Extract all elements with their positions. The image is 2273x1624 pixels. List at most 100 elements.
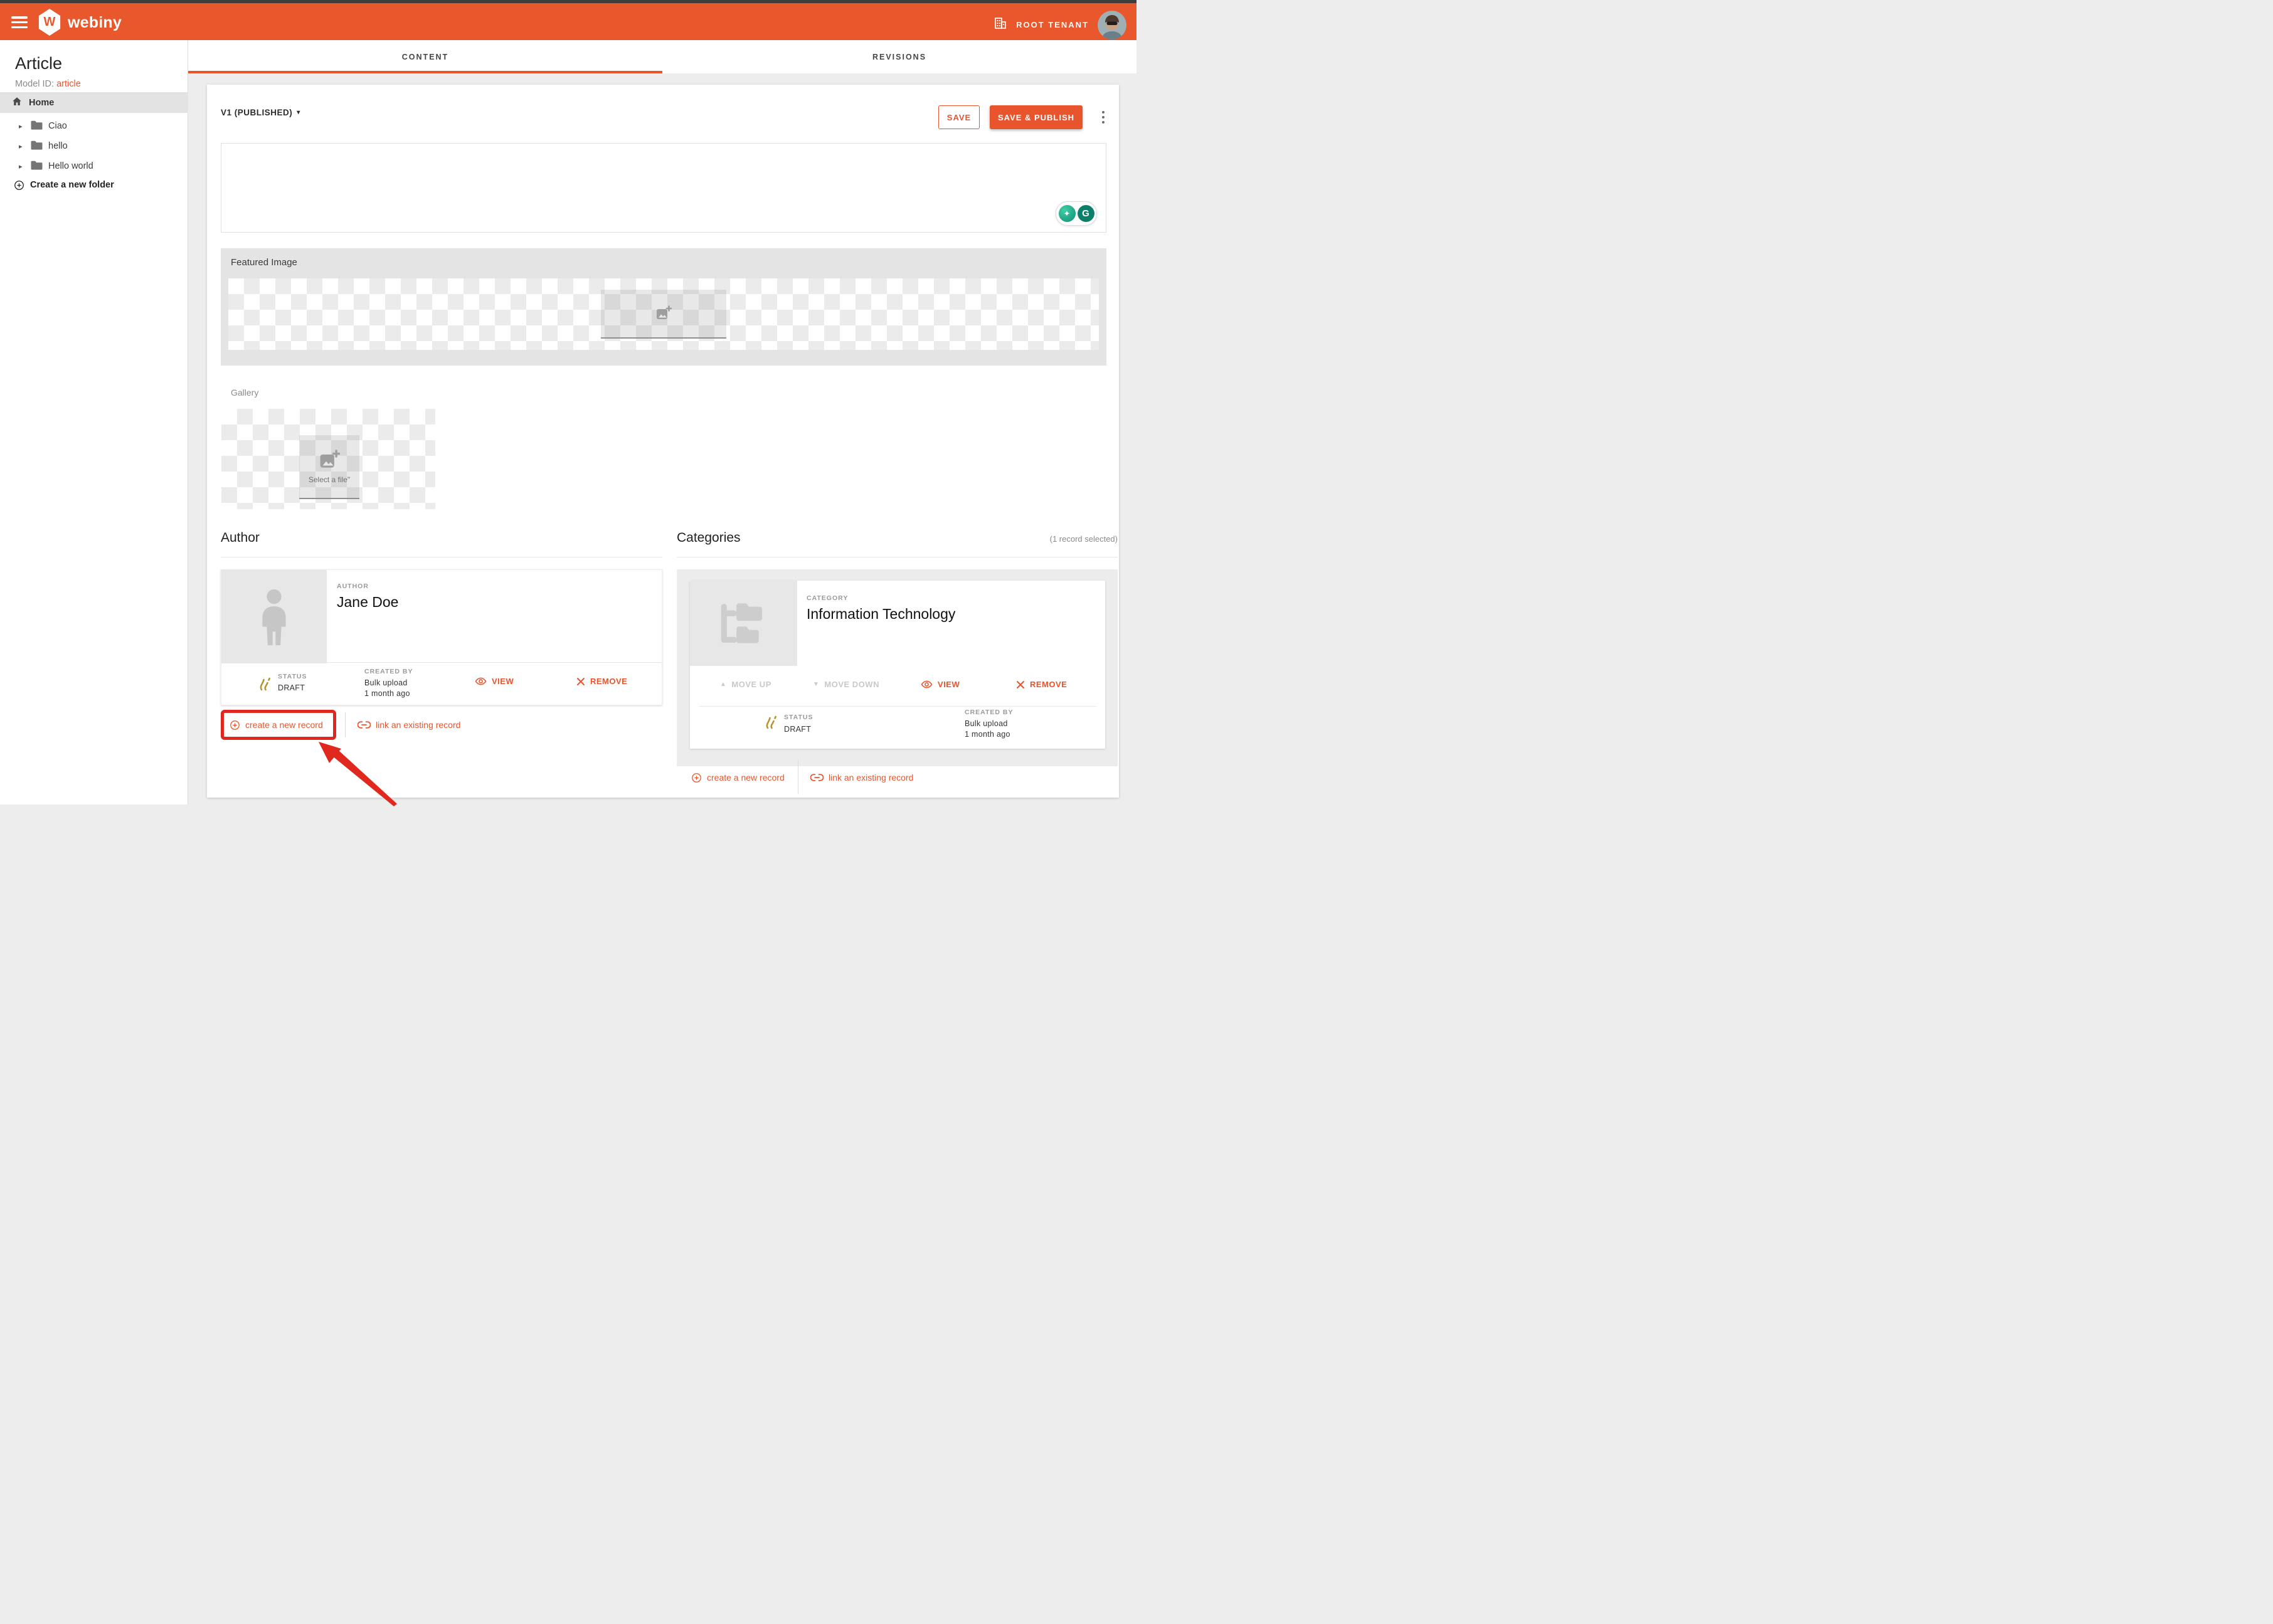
records-selected-note: (1 record selected) [928, 534, 1118, 544]
version-label: V1 (PUBLISHED) [221, 108, 292, 117]
categories-create-record-link[interactable]: create a new record [691, 766, 785, 789]
view-button[interactable]: VIEW [921, 680, 960, 689]
sidebar-item-home[interactable]: Home [0, 92, 188, 113]
author-record-card: AUTHOR Jane Doe STATUS DRAFT CREATED BY … [221, 569, 662, 705]
grammarly-suggestion-icon[interactable]: ✦ [1059, 205, 1076, 222]
sidebar-item-label: Ciao [48, 121, 67, 131]
status-label: STATUS [278, 673, 307, 680]
model-id: Model ID: article [15, 79, 81, 89]
version-select[interactable]: V1 (PUBLISHED) ▾ [221, 108, 300, 117]
category-name: Information Technology [807, 606, 955, 623]
close-icon [576, 677, 585, 686]
more-options-icon[interactable] [1094, 108, 1113, 127]
move-up-button[interactable]: ▲ MOVE UP [720, 680, 771, 689]
person-icon [255, 588, 294, 646]
status-label: STATUS [784, 714, 813, 721]
menu-icon[interactable] [11, 16, 28, 28]
featured-image-label: Featured Image [231, 257, 297, 268]
category-record-card: CATEGORY Information Technology ▲ MOVE U… [690, 581, 1105, 749]
categories-link-record-link[interactable]: link an existing record [810, 766, 913, 789]
sidebar-folder-hello[interactable]: ▸ hello [0, 137, 188, 156]
chevron-right-icon[interactable]: ▸ [19, 162, 25, 171]
sidebar-item-label: Home [29, 98, 54, 108]
link-icon [358, 720, 371, 729]
created-time: 1 month ago [965, 730, 1010, 739]
created-by-value: Bulk upload [965, 719, 1008, 728]
featured-image-transparency-area [228, 278, 1099, 350]
link-icon [810, 773, 824, 782]
tab-revisions[interactable]: REVISIONS [662, 40, 1136, 73]
sidebar-item-label: hello [48, 141, 68, 151]
model-id-value: article [56, 79, 81, 89]
model-id-label: Model ID: [15, 79, 54, 89]
gallery-transparency-area: Select a file" [221, 409, 435, 509]
folder-icon [31, 140, 43, 152]
webiny-cms-app: W webiny ROOT TENANT [0, 0, 1136, 812]
sidebar-folder-ciao[interactable]: ▸ Ciao [0, 117, 188, 135]
folder-icon [31, 161, 43, 172]
author-card-footer: STATUS DRAFT CREATED BY Bulk upload 1 mo… [221, 662, 662, 705]
webiny-logo-icon[interactable]: W [38, 9, 61, 36]
sidebar: Article Model ID: article Home ▸ Ciao ▸ … [0, 40, 188, 804]
created-by-value: Bulk upload [364, 678, 408, 687]
status-value: DRAFT [278, 683, 305, 692]
plus-circle-icon [691, 772, 702, 783]
category-field-label: CATEGORY [807, 594, 848, 602]
created-by-label: CREATED BY [364, 668, 413, 675]
status-draft-icon [763, 714, 779, 733]
create-folder-button[interactable]: Create a new folder [0, 176, 188, 194]
created-by-label: CREATED BY [965, 709, 1013, 716]
user-avatar[interactable] [1098, 11, 1126, 40]
header-right-group: ROOT TENANT [993, 6, 1126, 43]
author-section-title: Author [221, 530, 260, 546]
rich-text-editor[interactable]: ✦ G [221, 143, 1106, 233]
plus-circle-icon [14, 180, 24, 191]
folder-icon [31, 120, 43, 132]
featured-image-dropzone[interactable] [601, 290, 726, 339]
tab-content[interactable]: CONTENT [188, 40, 662, 73]
annotation-arrow [263, 729, 414, 807]
author-avatar-panel [221, 570, 327, 663]
create-folder-label: Create a new folder [30, 180, 114, 190]
sidebar-item-label: Hello world [48, 161, 93, 171]
triangle-down-icon: ▼ [813, 681, 819, 688]
grammarly-widget[interactable]: ✦ G [1056, 201, 1097, 226]
grammarly-icon[interactable]: G [1078, 205, 1094, 222]
card-footer-divider [699, 706, 1096, 707]
view-button[interactable]: VIEW [475, 677, 514, 686]
gallery-dropzone[interactable]: Select a file" [299, 435, 359, 499]
featured-image-field: Featured Image [221, 248, 1106, 366]
chevron-right-icon[interactable]: ▸ [19, 122, 25, 130]
tenant-label[interactable]: ROOT TENANT [1016, 20, 1089, 29]
sidebar-folder-hello-world[interactable]: ▸ Hello world [0, 157, 188, 176]
tenant-building-icon [993, 16, 1007, 33]
eye-icon [475, 677, 487, 686]
model-title: Article [15, 54, 62, 73]
status-draft-icon [257, 675, 273, 695]
home-icon [11, 96, 23, 110]
categories-section-title: Categories [677, 530, 741, 546]
triangle-up-icon: ▲ [720, 681, 726, 688]
category-tree-icon [716, 600, 771, 646]
save-button[interactable]: SAVE [938, 105, 980, 129]
add-image-icon [319, 450, 340, 471]
save-publish-button[interactable]: SAVE & PUBLISH [990, 105, 1083, 129]
remove-button[interactable]: REMOVE [1016, 680, 1067, 689]
app-header: W webiny ROOT TENANT [0, 3, 1136, 40]
move-down-button[interactable]: ▼ MOVE DOWN [813, 680, 879, 689]
tab-bar: CONTENT REVISIONS [188, 40, 1136, 73]
eye-icon [921, 680, 933, 689]
author-field-label: AUTHOR [337, 583, 369, 590]
gallery-label: Gallery [231, 388, 258, 398]
brand-wordmark: webiny [68, 14, 122, 32]
remove-button[interactable]: REMOVE [576, 677, 627, 686]
chevron-right-icon[interactable]: ▸ [19, 142, 25, 150]
status-value: DRAFT [784, 725, 811, 734]
created-time: 1 month ago [364, 689, 410, 698]
active-tab-underline [188, 71, 662, 73]
category-icon-panel [690, 581, 797, 666]
select-file-label: Select a file" [309, 475, 350, 484]
author-name: Jane Doe [337, 594, 398, 611]
chevron-down-icon: ▾ [297, 109, 300, 116]
add-image-icon [655, 305, 672, 322]
